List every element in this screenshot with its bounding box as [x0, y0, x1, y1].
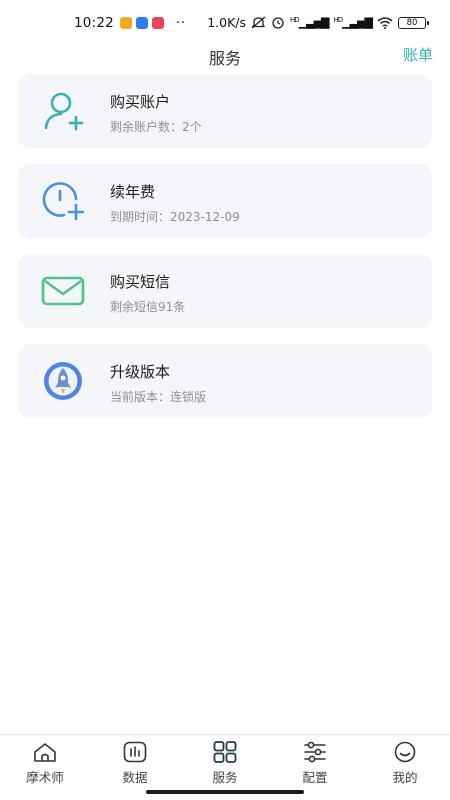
status-left: 10:22 ··: [74, 15, 186, 31]
camera-notification-icon: [151, 17, 164, 29]
clock-plus-icon: [42, 182, 85, 221]
header: 服务 账单: [0, 40, 450, 70]
grid-icon: [213, 741, 237, 763]
nav-item-config[interactable]: 配置: [270, 735, 360, 787]
nav-item-mine[interactable]: 我的: [360, 735, 450, 787]
card-subtitle: 到期时间：2023-12-09: [110, 210, 240, 224]
service-list: 购买账户 剩余账户数：2个 续年费 到期时间：2023-12-09 购买短信 剩…: [18, 74, 432, 434]
card-subtitle: 当前版本：连锁版: [110, 390, 207, 404]
mute-icon: [251, 16, 266, 29]
nav-item-service[interactable]: 服务: [180, 735, 270, 787]
nav-item-home[interactable]: 摩术师: [0, 735, 90, 787]
message-notification-icon: [119, 17, 132, 29]
nav-label: 摩术师: [26, 770, 64, 785]
bill-link[interactable]: 账单: [403, 44, 433, 65]
nav-label: 数据: [122, 770, 148, 785]
page-title: 服务: [208, 49, 241, 68]
app-notification-icon: [135, 17, 148, 29]
buy-sms-card[interactable]: 购买短信 剩余短信91条: [18, 254, 432, 328]
chart-icon: [123, 741, 147, 763]
envelope-icon: [41, 276, 85, 306]
home-icon: [34, 743, 56, 762]
status-bar: 10:22 ·· 1.0K/s HD▁▃▅▇ HD▁▃▅▇ 80: [0, 0, 450, 44]
buy-account-card[interactable]: 购买账户 剩余账户数：2个: [18, 74, 432, 148]
card-subtitle: 剩余短信91条: [110, 300, 186, 314]
card-title: 续年费: [110, 183, 156, 201]
network-speed: 1.0K/s: [207, 15, 246, 30]
card-title: 购买短信: [110, 273, 171, 291]
rocket-icon: [44, 362, 82, 400]
battery-icon: 80: [398, 16, 429, 29]
more-notifications-dots: ··: [175, 15, 187, 31]
nav-label: 配置: [302, 770, 328, 785]
wifi-icon: [377, 16, 393, 29]
nav-label: 服务: [212, 770, 238, 785]
sliders-icon: [304, 741, 326, 763]
card-subtitle: 剩余账户数：2个: [110, 120, 202, 134]
card-title: 升级版本: [110, 363, 171, 381]
smile-icon: [394, 741, 416, 763]
status-time: 10:22: [74, 15, 114, 31]
alarm-icon: [272, 17, 284, 29]
upgrade-version-card[interactable]: 升级版本 当前版本：连锁版: [18, 344, 432, 418]
nav-item-data[interactable]: 数据: [90, 735, 180, 787]
signal-1-icon: HD▁▃▅▇: [290, 16, 329, 29]
nav-label: 我的: [392, 770, 418, 785]
add-user-icon: [44, 92, 84, 131]
home-indicator[interactable]: [146, 790, 304, 794]
status-right: 1.0K/s HD▁▃▅▇ HD▁▃▅▇ 80: [207, 15, 429, 30]
renew-fee-card[interactable]: 续年费 到期时间：2023-12-09: [18, 164, 432, 238]
bottom-nav: 摩术师 数据 服务 配置 我的: [0, 734, 450, 786]
card-title: 购买账户: [110, 93, 171, 111]
signal-2-icon: HD▁▃▅▇: [333, 16, 373, 29]
